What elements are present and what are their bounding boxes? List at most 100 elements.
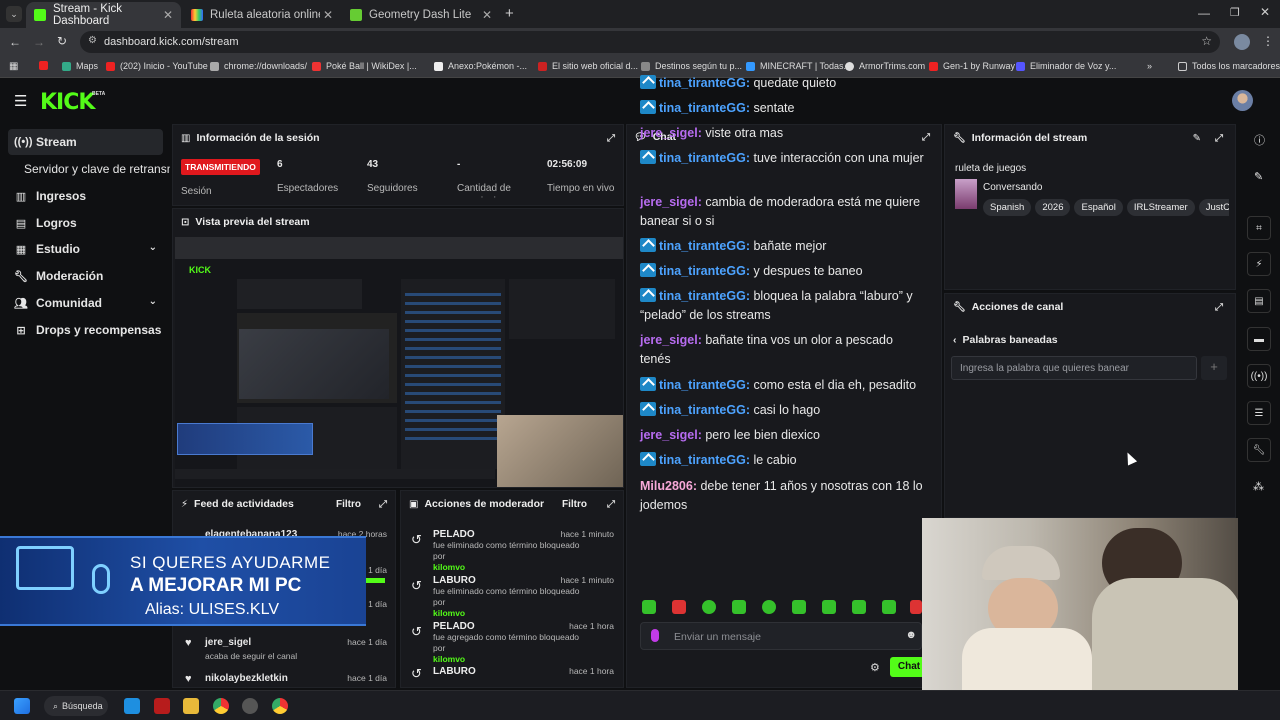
emote-icon[interactable] (672, 600, 686, 614)
chat-input[interactable]: Enviar un mensaje ☻ (640, 622, 922, 650)
edit-pencil-icon[interactable]: ✎ (1254, 170, 1263, 183)
emote-icon[interactable] (852, 600, 866, 614)
bookmark-eliminador[interactable]: Eliminador de Voz y... (1016, 61, 1116, 71)
more-bookmarks-icon[interactable]: » (1147, 61, 1152, 71)
broadcast-icon[interactable]: ((•)) (1247, 364, 1271, 388)
restore-button[interactable]: ❐ (1230, 6, 1240, 19)
bookmark-maps[interactable]: Maps (62, 61, 98, 71)
wrench-icon[interactable]: 🔧︎ (1247, 438, 1271, 462)
chat-username[interactable]: tina_tiranteGG (659, 403, 746, 417)
bookmark-runway[interactable]: Gen-1 by Runway (929, 61, 1015, 71)
emote-icon[interactable] (882, 600, 896, 614)
tab-geometry-dash[interactable]: Geometry Dash Lite ✕ (342, 2, 500, 28)
emote-icon[interactable] (910, 600, 922, 614)
chat-username[interactable]: tina_tiranteGG (659, 453, 746, 467)
desktop-icon[interactable] (124, 698, 140, 714)
filter-button[interactable]: Filtro (562, 499, 587, 510)
undo-icon[interactable]: ↺ (411, 624, 422, 640)
bookmark-pokemon[interactable]: El sitio web oficial d... (538, 61, 638, 71)
sidebar-item-comunidad[interactable]: 👥︎ Comunidad ⌄ (8, 290, 163, 316)
sidebar-item-stream[interactable]: ((•)) Stream (8, 129, 163, 155)
bookmark-youtube-red[interactable] (39, 61, 53, 70)
chat-settings-icon[interactable]: ⚙ (870, 661, 880, 674)
chat-username[interactable]: jere_sigel (640, 333, 698, 347)
emote-icon[interactable] (732, 600, 746, 614)
sidebar-item-moderacion[interactable]: 🔧︎ Moderación (8, 263, 163, 289)
url-field[interactable]: ⚙ dashboard.kick.com/stream ☆ (80, 31, 1220, 53)
sidebar-item-drops[interactable]: ⊞ Drops y recompensas (8, 317, 163, 343)
tag-badge[interactable]: 2026 (1035, 199, 1071, 216)
bookmark-anexo[interactable]: Anexo:Pokémon -... (434, 61, 527, 71)
close-tab-icon[interactable]: ✕ (163, 8, 173, 22)
microphone-icon[interactable] (651, 629, 659, 642)
site-info-icon[interactable]: ⚙ (88, 35, 97, 46)
tag-badge[interactable]: JustC (1198, 199, 1229, 216)
expand-icon[interactable]: ⤢ (607, 499, 615, 510)
emote-icon[interactable] (822, 600, 836, 614)
profile-avatar[interactable] (1234, 34, 1250, 50)
chat-bubble-icon[interactable]: ▬ (1247, 327, 1271, 351)
windows-start-icon[interactable] (14, 698, 30, 714)
taskbar-search[interactable]: ⌕ Búsqueda (44, 696, 108, 716)
expand-icon[interactable]: ⤢ (607, 133, 615, 144)
chat-username[interactable]: Milu2806 (640, 479, 693, 493)
tag-badge[interactable]: Español (1074, 199, 1123, 216)
info-icon[interactable]: ⓘ (1254, 132, 1265, 148)
layers-icon[interactable]: ☰ (1247, 401, 1271, 425)
chat-username[interactable]: jere_sigel (640, 195, 698, 209)
bookmark-youtube[interactable]: (202) Inicio - YouTube (106, 61, 208, 71)
add-banned-word-button[interactable]: + (1201, 356, 1227, 380)
emote-icon[interactable] (702, 600, 716, 614)
kick-logo[interactable]: KICK (40, 90, 95, 115)
user-avatar[interactable] (1232, 90, 1253, 111)
tab-list-button[interactable]: ⌄ (6, 6, 22, 22)
close-window-button[interactable]: ✕ (1260, 5, 1270, 19)
browser-menu-icon[interactable]: ⋮ (1262, 34, 1274, 48)
chat-username[interactable]: jere_sigel (640, 126, 698, 140)
undo-icon[interactable]: ↺ (411, 578, 422, 594)
expand-icon[interactable]: ⤢ (1215, 302, 1223, 313)
minimize-button[interactable]: — (1198, 6, 1210, 20)
bolt-icon[interactable]: ⚡︎ (1247, 252, 1271, 276)
chrome-icon[interactable] (213, 698, 229, 714)
bookmark-minecraft[interactable]: MINECRAFT | Todas... (746, 61, 851, 71)
chat-username[interactable]: tina_tiranteGG (659, 289, 746, 303)
banned-word-input[interactable]: Ingresa la palabra que quieres banear (951, 356, 1197, 380)
new-tab-button[interactable]: + (505, 5, 514, 22)
bookmark-armortrims[interactable]: ArmorTrims.com (845, 61, 925, 71)
back-to-actions[interactable]: ‹ Palabras baneadas (953, 334, 1058, 346)
community-icon[interactable]: ⁂ (1253, 480, 1264, 493)
bookmark-all[interactable]: Todos los marcadores (1178, 61, 1280, 71)
bookmark-destinos[interactable]: Destinos según tu p... (641, 61, 742, 71)
bookmark-wikidex[interactable]: Poké Ball | WikiDex |... (312, 61, 417, 71)
tag-badge[interactable]: Spanish (983, 199, 1032, 216)
chat-username[interactable]: tina_tiranteGG (659, 101, 746, 115)
scan-icon[interactable]: ⌗ (1247, 216, 1271, 240)
emote-icon[interactable] (762, 600, 776, 614)
chat-username[interactable]: tina_tiranteGG (659, 239, 746, 253)
emoji-icon[interactable]: ☻ (905, 629, 917, 641)
settings-icon[interactable] (242, 698, 258, 714)
expand-icon[interactable]: ⤢ (379, 499, 387, 510)
reload-icon[interactable]: ↻ (57, 34, 67, 48)
back-icon[interactable]: ← (9, 35, 21, 49)
chat-username[interactable]: tina_tiranteGG (659, 76, 746, 90)
chat-username[interactable]: tina_tiranteGG (659, 264, 746, 278)
sidebar-item-ingresos[interactable]: ▥ Ingresos (8, 183, 163, 209)
close-tab-icon[interactable]: ✕ (482, 8, 492, 22)
edit-pencil-icon[interactable]: ✎ (1193, 133, 1201, 144)
apps-grid-icon[interactable]: ▦ (9, 61, 18, 72)
emote-icon[interactable] (792, 600, 806, 614)
tag-badge[interactable]: IRLStreamer (1126, 199, 1195, 216)
tab-ruleta[interactable]: Ruleta aleatoria online – ruleta ✕ (183, 2, 341, 28)
app-icon[interactable] (154, 698, 170, 714)
sidebar-item-server-key[interactable]: Servidor y clave de retransmisión (18, 156, 170, 182)
expand-icon[interactable]: ⤢ (1215, 133, 1223, 144)
document-icon[interactable]: ▤ (1247, 289, 1271, 313)
bookmark-downloads[interactable]: chrome://downloads/ (210, 61, 307, 71)
undo-icon[interactable]: ↺ (411, 666, 422, 682)
undo-icon[interactable]: ↺ (411, 532, 422, 548)
sidebar-item-estudio[interactable]: ▦ Estudio ⌄ (8, 236, 163, 262)
forward-icon[interactable]: → (33, 35, 45, 49)
folder-icon[interactable] (183, 698, 199, 714)
